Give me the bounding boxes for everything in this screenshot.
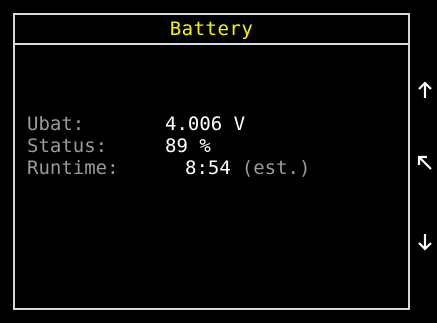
battery-info: Ubat: 4.006 V Status: 89 % Runtime: 8:54 (es… [27,113,310,179]
device-display: Battery Ubat: 4.006 V Status: 89 % Runtime… [0,0,437,323]
arrow-up-icon[interactable] [413,78,437,102]
page-title: Battery [169,17,254,40]
arrow-up-left-icon[interactable] [413,151,437,175]
title-bar: Battery [15,15,408,45]
ubat-label: Ubat: [27,113,85,135]
status-label: Status: [27,135,108,157]
screen-frame: Battery Ubat: 4.006 V Status: 89 % Runtime… [13,13,410,310]
ubat-row: Ubat: 4.006 V [27,113,310,135]
runtime-label: Runtime: [27,157,119,179]
status-row: Status: 89 % [27,135,310,157]
ubat-value: 4.006 V [165,113,246,135]
status-value: 89 % [165,135,211,157]
runtime-value: 8:54 [185,157,231,179]
arrow-down-icon[interactable] [413,230,437,254]
runtime-note: (est.) [241,157,311,179]
runtime-row: Runtime: 8:54 (est.) [27,157,310,179]
